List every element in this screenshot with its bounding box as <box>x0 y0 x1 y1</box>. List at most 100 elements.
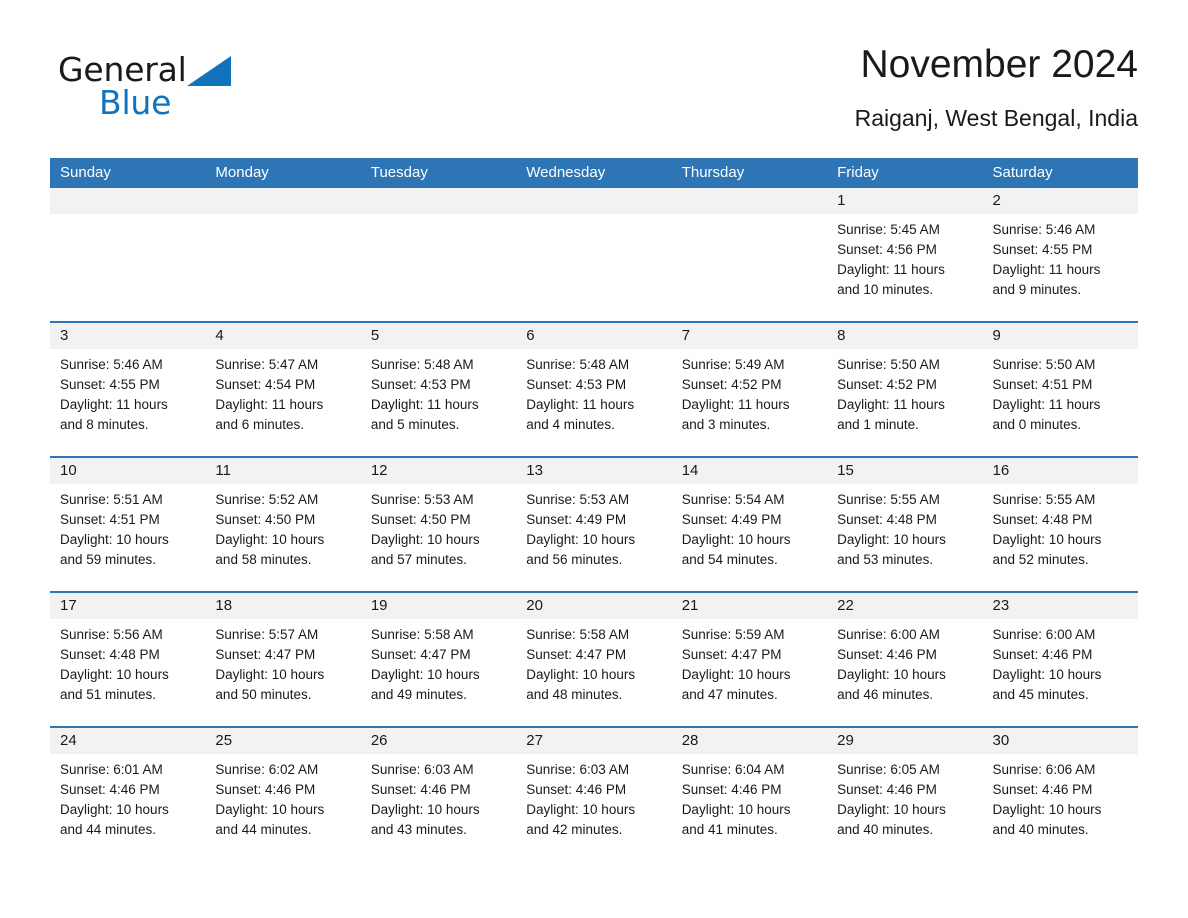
day-cell[interactable]: 8 Sunrise: 5:50 AM Sunset: 4:52 PM Dayli… <box>827 323 983 456</box>
daylight-text-line1: Daylight: 10 hours <box>526 667 636 682</box>
sunrise-text: Sunrise: 5:57 AM <box>215 627 319 642</box>
day-cell[interactable]: 15 Sunrise: 5:55 AM Sunset: 4:48 PM Dayl… <box>827 458 983 591</box>
sunset-text: Sunset: 4:47 PM <box>370 647 471 662</box>
day-number: 14 <box>671 458 828 484</box>
day-number: 5 <box>360 323 517 349</box>
day-cell[interactable]: 18 Sunrise: 5:57 AM Sunset: 4:47 PM Dayl… <box>205 593 361 726</box>
day-cell[interactable]: 14 Sunrise: 5:54 AM Sunset: 4:49 PM Dayl… <box>671 458 828 591</box>
day-cell[interactable]: 25 Sunrise: 6:02 AM Sunset: 4:46 PM Dayl… <box>205 728 361 861</box>
day-cell[interactable]: 6 Sunrise: 5:48 AM Sunset: 4:53 PM Dayli… <box>516 323 672 456</box>
day-cell[interactable]: 23 Sunrise: 6:00 AM Sunset: 4:46 PM Dayl… <box>982 593 1138 726</box>
day-cell[interactable]: 19 Sunrise: 5:58 AM Sunset: 4:47 PM Dayl… <box>360 593 517 726</box>
sunset-text: Sunset: 4:48 PM <box>837 512 937 527</box>
daylight-text-line2: and 40 minutes. <box>837 822 934 837</box>
day-info: Sunrise: 5:56 AM Sunset: 4:48 PM Dayligh… <box>50 619 205 705</box>
sunrise-text: Sunrise: 5:58 AM <box>526 627 630 642</box>
day-cell[interactable]: 9 Sunrise: 5:50 AM Sunset: 4:51 PM Dayli… <box>982 323 1138 456</box>
daylight-text-line1: Daylight: 10 hours <box>370 667 480 682</box>
weekday-wednesday: Wednesday <box>526 164 606 181</box>
day-cell[interactable]: 24 Sunrise: 6:01 AM Sunset: 4:46 PM Dayl… <box>50 728 206 861</box>
daylight-text-line2: and 5 minutes. <box>370 417 460 432</box>
day-cell[interactable]: 5 Sunrise: 5:48 AM Sunset: 4:53 PM Dayli… <box>360 323 517 456</box>
sunset-text: Sunset: 4:46 PM <box>837 647 937 662</box>
day-cell[interactable] <box>360 188 517 321</box>
day-cell[interactable]: 2 Sunrise: 5:46 AM Sunset: 4:55 PM Dayli… <box>982 188 1138 321</box>
day-cell[interactable] <box>205 188 361 321</box>
daylight-text-line1: Daylight: 10 hours <box>215 532 325 547</box>
daylight-text-line1: Daylight: 11 hours <box>370 397 479 412</box>
sunrise-text: Sunrise: 5:48 AM <box>526 357 630 372</box>
weekday-sunday: Sunday <box>60 164 111 181</box>
day-cell[interactable]: 7 Sunrise: 5:49 AM Sunset: 4:52 PM Dayli… <box>671 323 828 456</box>
day-cell[interactable] <box>671 188 828 321</box>
daylight-text-line2: and 51 minutes. <box>60 687 157 702</box>
sunset-text: Sunset: 4:52 PM <box>681 377 782 392</box>
day-number: 1 <box>827 188 983 214</box>
day-cell[interactable]: 10 Sunrise: 5:51 AM Sunset: 4:51 PM Dayl… <box>50 458 206 591</box>
sunset-text: Sunset: 4:47 PM <box>215 647 316 662</box>
day-number: 18 <box>205 593 361 619</box>
day-cell[interactable]: 21 Sunrise: 5:59 AM Sunset: 4:47 PM Dayl… <box>671 593 828 726</box>
weekday-monday: Monday <box>215 164 269 181</box>
daylight-text-line1: Daylight: 11 hours <box>681 397 790 412</box>
daylight-text-line2: and 43 minutes. <box>370 822 467 837</box>
day-info: Sunrise: 5:58 AM Sunset: 4:47 PM Dayligh… <box>516 619 671 705</box>
daylight-text-line1: Daylight: 10 hours <box>681 802 791 817</box>
daylight-text-line1: Daylight: 10 hours <box>992 667 1102 682</box>
day-cell[interactable]: 22 Sunrise: 6:00 AM Sunset: 4:46 PM Dayl… <box>827 593 983 726</box>
sunset-text: Sunset: 4:47 PM <box>526 647 627 662</box>
day-cell[interactable] <box>516 188 672 321</box>
day-cell[interactable]: 11 Sunrise: 5:52 AM Sunset: 4:50 PM Dayl… <box>205 458 361 591</box>
day-cell[interactable]: 20 Sunrise: 5:58 AM Sunset: 4:47 PM Dayl… <box>516 593 672 726</box>
day-number: 23 <box>982 593 1138 619</box>
day-info: Sunrise: 5:45 AM Sunset: 4:56 PM Dayligh… <box>827 214 982 300</box>
day-info: Sunrise: 5:48 AM Sunset: 4:53 PM Dayligh… <box>361 349 516 435</box>
sunset-text: Sunset: 4:50 PM <box>370 512 471 527</box>
day-cell[interactable]: 27 Sunrise: 6:03 AM Sunset: 4:46 PM Dayl… <box>516 728 672 861</box>
day-cell[interactable]: 26 Sunrise: 6:03 AM Sunset: 4:46 PM Dayl… <box>360 728 517 861</box>
logo-top-line: General <box>58 52 288 88</box>
daylight-text-line2: and 44 minutes. <box>215 822 312 837</box>
day-cell[interactable]: 17 Sunrise: 5:56 AM Sunset: 4:48 PM Dayl… <box>50 593 206 726</box>
day-cell[interactable]: 12 Sunrise: 5:53 AM Sunset: 4:50 PM Dayl… <box>360 458 517 591</box>
sunrise-text: Sunrise: 5:45 AM <box>837 222 940 237</box>
day-cell[interactable] <box>50 188 206 321</box>
sunrise-text: Sunrise: 5:53 AM <box>370 492 474 507</box>
day-info: Sunrise: 5:55 AM Sunset: 4:48 PM Dayligh… <box>827 484 982 570</box>
sunrise-text: Sunrise: 5:59 AM <box>681 627 785 642</box>
day-number: 17 <box>50 593 206 619</box>
day-cell[interactable]: 3 Sunrise: 5:46 AM Sunset: 4:55 PM Dayli… <box>50 323 206 456</box>
day-number <box>50 188 206 214</box>
day-cell[interactable]: 1 Sunrise: 5:45 AM Sunset: 4:56 PM Dayli… <box>827 188 983 321</box>
sunset-text: Sunset: 4:47 PM <box>681 647 782 662</box>
day-cell[interactable]: 30 Sunrise: 6:06 AM Sunset: 4:46 PM Dayl… <box>982 728 1138 861</box>
day-cell[interactable]: 16 Sunrise: 5:55 AM Sunset: 4:48 PM Dayl… <box>982 458 1138 591</box>
day-cell[interactable]: 28 Sunrise: 6:04 AM Sunset: 4:46 PM Dayl… <box>671 728 828 861</box>
daylight-text-line1: Daylight: 10 hours <box>60 802 169 817</box>
daylight-text-line2: and 10 minutes. <box>837 282 934 297</box>
daylight-text-line2: and 45 minutes. <box>992 687 1089 702</box>
daylight-text-line2: and 48 minutes. <box>526 687 623 702</box>
day-cell[interactable]: 4 Sunrise: 5:47 AM Sunset: 4:54 PM Dayli… <box>205 323 361 456</box>
day-number: 10 <box>50 458 206 484</box>
sunset-text: Sunset: 4:46 PM <box>215 782 316 797</box>
sunset-text: Sunset: 4:46 PM <box>992 647 1093 662</box>
page-subtitle: Raiganj, West Bengal, India <box>854 105 1138 131</box>
day-number: 9 <box>982 323 1138 349</box>
daylight-text-line1: Daylight: 11 hours <box>992 397 1101 412</box>
sunset-text: Sunset: 4:53 PM <box>370 377 471 392</box>
day-info: Sunrise: 5:58 AM Sunset: 4:47 PM Dayligh… <box>361 619 516 705</box>
day-cell[interactable]: 13 Sunrise: 5:53 AM Sunset: 4:49 PM Dayl… <box>516 458 672 591</box>
sunrise-text: Sunrise: 5:55 AM <box>992 492 1096 507</box>
sunset-text: Sunset: 4:55 PM <box>992 242 1093 257</box>
daylight-text-line2: and 42 minutes. <box>526 822 623 837</box>
day-number: 2 <box>982 188 1138 214</box>
day-number: 19 <box>360 593 517 619</box>
sunrise-text: Sunrise: 6:03 AM <box>370 762 474 777</box>
day-info: Sunrise: 6:03 AM Sunset: 4:46 PM Dayligh… <box>516 754 671 840</box>
logo-word-blue: Blue <box>99 83 172 122</box>
daylight-text-line2: and 54 minutes. <box>681 552 778 567</box>
daylight-text-line2: and 9 minutes. <box>992 282 1082 297</box>
day-cell[interactable]: 29 Sunrise: 6:05 AM Sunset: 4:46 PM Dayl… <box>827 728 983 861</box>
generalblue-logo[interactable]: General Blue <box>58 52 288 132</box>
